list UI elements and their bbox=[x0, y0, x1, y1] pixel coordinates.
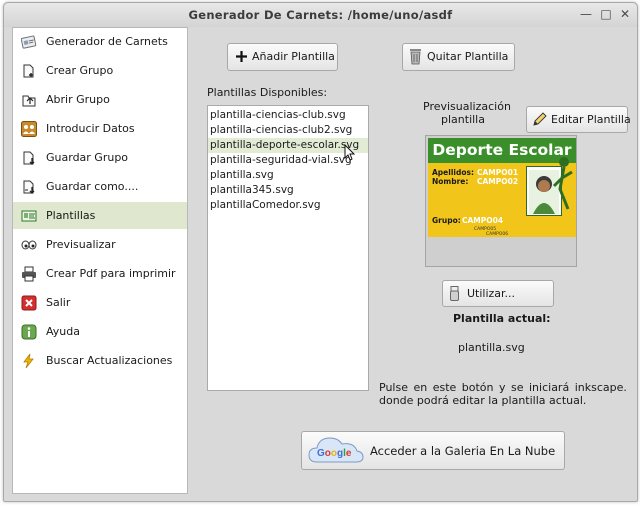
add-template-button[interactable]: Añadir Plantilla bbox=[227, 43, 338, 71]
templates-heading: Plantillas Disponibles: bbox=[207, 86, 328, 99]
templates-list[interactable]: plantilla-ciencias-club.svg plantilla-ci… bbox=[207, 105, 369, 391]
sidebar-item-label: Salir bbox=[46, 296, 71, 309]
sidebar-item-salir[interactable]: Salir bbox=[13, 289, 187, 316]
sidebar-item-guardar-grupo[interactable]: Guardar Grupo bbox=[13, 144, 187, 171]
info-icon bbox=[21, 324, 37, 340]
card-apellidos-value: CAMPO01 bbox=[477, 168, 519, 177]
title-bar[interactable]: Generador De Carnets: /home/uno/asdf — □… bbox=[4, 3, 637, 27]
svg-text:Google: Google bbox=[317, 448, 352, 459]
sidebar-item-label: Generador de Carnets bbox=[46, 35, 168, 48]
sidebar-item-ayuda[interactable]: Ayuda bbox=[13, 318, 187, 345]
preview-heading-line1: Previsualización bbox=[423, 100, 511, 113]
new-document-icon bbox=[23, 64, 34, 78]
sidebar-item-guardar-como[interactable]: Guardar como.... bbox=[13, 173, 187, 200]
eyes-icon bbox=[21, 240, 37, 250]
current-template-value: plantilla.svg bbox=[458, 341, 525, 354]
sidebar-item-label: Crear Grupo bbox=[46, 64, 114, 77]
save-as-icon bbox=[23, 180, 35, 194]
list-item[interactable]: plantillaComedor.svg bbox=[208, 198, 368, 213]
pencil-icon bbox=[533, 112, 547, 126]
help-line2: donde podrá editar la plantilla actual. bbox=[379, 394, 587, 407]
google-cloud-icon: Google bbox=[308, 437, 364, 463]
sidebar-item-label: Guardar Grupo bbox=[46, 151, 129, 164]
lightning-icon bbox=[23, 353, 34, 369]
list-item[interactable]: plantilla345.svg bbox=[208, 183, 368, 198]
template-preview: Deporte Escolar Apellidos: CAMPO01 Nombr… bbox=[425, 135, 577, 267]
sidebar-item-label: Abrir Grupo bbox=[46, 93, 110, 106]
list-item[interactable]: plantilla-ciencias-club.svg bbox=[208, 108, 368, 123]
sidebar-item-abrir-grupo[interactable]: Abrir Grupo bbox=[13, 86, 187, 113]
edit-template-label: Editar Plantilla bbox=[551, 113, 631, 126]
sidebar-item-crear-pdf[interactable]: Crear Pdf para imprimir bbox=[13, 260, 187, 287]
sidebar-item-generador[interactable]: Generador de Carnets bbox=[13, 28, 187, 55]
minimize-icon[interactable]: — bbox=[579, 7, 593, 21]
plus-icon bbox=[236, 51, 247, 62]
exit-icon bbox=[21, 295, 37, 311]
app-window: Generador De Carnets: /home/uno/asdf — □… bbox=[3, 2, 638, 502]
help-line1: Pulse en este botón y se iniciará inksca… bbox=[379, 381, 627, 394]
users-icon bbox=[21, 121, 37, 137]
sidebar-item-label: Guardar como.... bbox=[46, 180, 139, 193]
mouse-cursor-icon bbox=[344, 144, 356, 161]
sidebar-item-crear-grupo[interactable]: Crear Grupo bbox=[13, 57, 187, 84]
athlete-silhouette-icon bbox=[552, 157, 573, 210]
list-item[interactable]: plantilla.svg bbox=[208, 168, 368, 183]
sidebar-item-label: Ayuda bbox=[46, 325, 80, 338]
cloud-gallery-button[interactable]: Google Acceder a la Galeria En La Nube bbox=[301, 431, 565, 470]
remove-template-button[interactable]: Quitar Plantilla bbox=[402, 43, 515, 71]
edit-template-button[interactable]: Editar Plantilla bbox=[526, 106, 631, 133]
window-title: Generador De Carnets: /home/uno/asdf bbox=[188, 8, 453, 22]
template-icon bbox=[21, 210, 37, 222]
card-grupo-value: CAMPO04 bbox=[462, 216, 504, 225]
sidebar-item-label: Plantillas bbox=[46, 209, 96, 222]
usb-icon bbox=[450, 286, 459, 301]
use-template-button[interactable]: Utilizar... bbox=[442, 280, 554, 307]
maximize-icon[interactable]: □ bbox=[599, 7, 613, 21]
open-folder-icon bbox=[22, 95, 36, 107]
card-nombre-label: Nombre: bbox=[432, 177, 469, 186]
sidebar-item-label: Introducir Datos bbox=[46, 122, 135, 135]
sidebar-item-label: Previsualizar bbox=[46, 238, 116, 251]
list-item[interactable]: plantilla-ciencias-club2.svg bbox=[208, 123, 368, 138]
sidebar-item-buscar-actualizaciones[interactable]: Buscar Actualizaciones bbox=[13, 347, 187, 374]
sidebar-item-label: Crear Pdf para imprimir bbox=[46, 267, 176, 280]
card-footer2: CAMPO06 bbox=[486, 232, 509, 237]
sidebar-item-plantillas[interactable]: Plantillas bbox=[13, 202, 187, 229]
save-document-icon bbox=[23, 151, 35, 165]
card-grupo-label: Grupo: bbox=[432, 216, 461, 225]
sidebar: Generador de Carnets Crear Grupo Abrir G… bbox=[12, 27, 188, 494]
printer-icon bbox=[22, 266, 36, 282]
card-nombre-value: CAMPO02 bbox=[477, 177, 519, 186]
add-template-label: Añadir Plantilla bbox=[252, 50, 335, 63]
sidebar-item-introducir-datos[interactable]: Introducir Datos bbox=[13, 115, 187, 142]
remove-template-label: Quitar Plantilla bbox=[427, 50, 509, 63]
cloud-gallery-label: Acceder a la Galeria En La Nube bbox=[370, 444, 556, 458]
card-image: Deporte Escolar Apellidos: CAMPO01 Nombr… bbox=[428, 138, 576, 237]
current-template-heading: Plantilla actual: bbox=[453, 312, 551, 325]
trash-icon bbox=[410, 49, 421, 65]
preview-heading-line2: plantilla bbox=[441, 113, 485, 126]
sidebar-item-label: Buscar Actualizaciones bbox=[46, 354, 173, 367]
sidebar-item-previsualizar[interactable]: Previsualizar bbox=[13, 231, 187, 258]
use-template-label: Utilizar... bbox=[467, 287, 516, 300]
close-icon[interactable]: ✕ bbox=[618, 7, 632, 21]
templates-panel: Añadir Plantilla Quitar Plantilla Planti… bbox=[190, 27, 634, 493]
card-apellidos-label: Apellidos: bbox=[432, 168, 474, 177]
id-card-icon bbox=[21, 35, 37, 49]
